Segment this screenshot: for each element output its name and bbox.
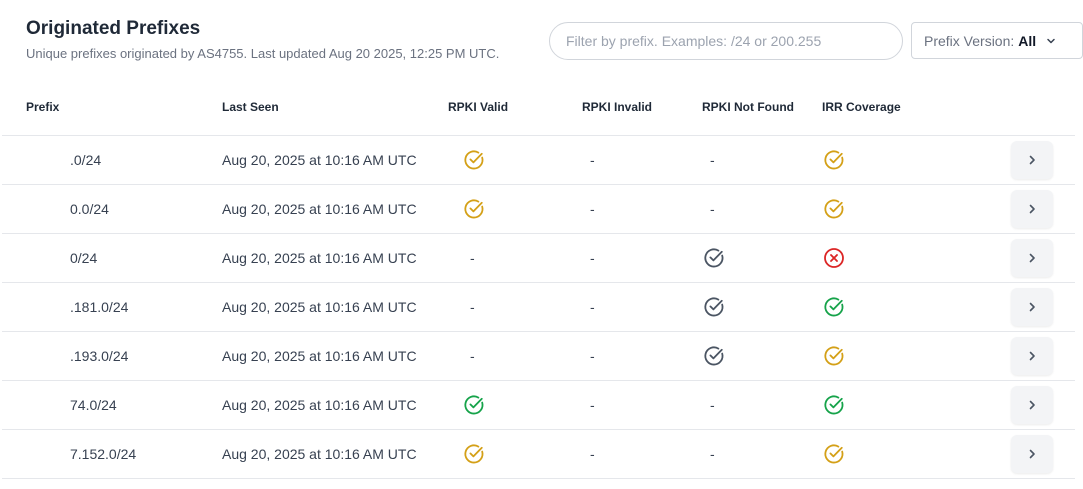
prefix-version-value: All [1018, 32, 1037, 49]
check-circle-icon [463, 198, 485, 220]
check-circle-icon [703, 296, 725, 318]
chevron-right-icon [1026, 203, 1038, 215]
check-circle-icon [823, 296, 845, 318]
rpki-valid-status [463, 381, 485, 429]
column-header-irr-coverage: IRR Coverage [822, 100, 901, 114]
prefixes-table: Prefix Last Seen RPKI Valid RPKI Invalid… [0, 84, 1083, 479]
last-seen-cell: Aug 20, 2025 at 10:16 AM UTC [222, 201, 417, 217]
prefix-cell: 7.152.0/24 [70, 446, 137, 462]
rpki-not-found-status [703, 332, 725, 380]
rpki-invalid-empty: - [590, 250, 595, 266]
irr-status [823, 430, 845, 478]
prefix-cell: .193.0/24 [70, 348, 129, 364]
irr-status [823, 332, 845, 380]
irr-status [823, 381, 845, 429]
page-title: Originated Prefixes [26, 18, 201, 39]
chevron-right-icon [1026, 448, 1038, 460]
rpki-not-found-empty: - [710, 446, 715, 462]
page-subtitle: Unique prefixes originated by AS4755. La… [26, 46, 500, 61]
prefix-cell: .181.0/24 [70, 299, 129, 315]
irr-status [823, 185, 845, 233]
row-details-button[interactable] [1011, 337, 1053, 375]
last-seen-cell: Aug 20, 2025 at 10:16 AM UTC [222, 152, 417, 168]
row-details-button[interactable] [1011, 386, 1053, 424]
table-row[interactable]: 0.0/24 Aug 20, 2025 at 10:16 AM UTC - - [2, 185, 1075, 234]
x-circle-icon [823, 247, 845, 269]
irr-status [823, 283, 845, 331]
table-row[interactable]: 7.152.0/24 Aug 20, 2025 at 10:16 AM UTC - - [2, 430, 1075, 479]
table-row[interactable]: .181.0/24 Aug 20, 2025 at 10:16 AM UTC - - [2, 283, 1075, 332]
rpki-valid-empty: - [470, 250, 475, 266]
rpki-not-found-empty: - [710, 201, 715, 217]
check-circle-icon [703, 345, 725, 367]
table-row[interactable]: 74.0/24 Aug 20, 2025 at 10:16 AM UTC - - [2, 381, 1075, 430]
rpki-not-found-status [703, 234, 725, 282]
chevron-right-icon [1026, 350, 1038, 362]
check-circle-icon [463, 149, 485, 171]
check-circle-icon [823, 394, 845, 416]
rpki-valid-status [463, 430, 485, 478]
check-circle-icon [823, 443, 845, 465]
check-circle-icon [703, 247, 725, 269]
check-circle-icon [823, 345, 845, 367]
column-header-last-seen: Last Seen [222, 100, 279, 114]
table-row[interactable]: .193.0/24 Aug 20, 2025 at 10:16 AM UTC - - [2, 332, 1075, 381]
check-circle-icon [823, 198, 845, 220]
check-circle-icon [463, 443, 485, 465]
page-header: Originated Prefixes Unique prefixes orig… [0, 0, 1083, 78]
table-body: .0/24 Aug 20, 2025 at 10:16 AM UTC - -0.0/2… [0, 136, 1083, 479]
row-details-button[interactable] [1011, 190, 1053, 228]
rpki-invalid-empty: - [590, 348, 595, 364]
prefix-cell: 0/24 [70, 250, 98, 266]
chevron-right-icon [1026, 154, 1038, 166]
column-header-rpki-not-found: RPKI Not Found [702, 100, 794, 114]
row-details-button[interactable] [1011, 239, 1053, 277]
rpki-valid-empty: - [470, 348, 475, 364]
rpki-not-found-empty: - [710, 152, 715, 168]
rpki-invalid-empty: - [590, 152, 595, 168]
last-seen-cell: Aug 20, 2025 at 10:16 AM UTC [222, 446, 417, 462]
row-details-button[interactable] [1011, 288, 1053, 326]
rpki-not-found-empty: - [710, 397, 715, 413]
rpki-valid-status [463, 185, 485, 233]
column-header-rpki-invalid: RPKI Invalid [582, 100, 653, 114]
chevron-right-icon [1026, 301, 1038, 313]
table-row[interactable]: 0/24 Aug 20, 2025 at 10:16 AM UTC - - [2, 234, 1075, 283]
rpki-not-found-status [703, 283, 725, 331]
last-seen-cell: Aug 20, 2025 at 10:16 AM UTC [222, 397, 417, 413]
column-header-prefix: Prefix [26, 100, 60, 114]
irr-status [823, 234, 845, 282]
prefix-cell: 0.0/24 [70, 201, 109, 217]
table-row[interactable]: .0/24 Aug 20, 2025 at 10:16 AM UTC - - [2, 136, 1075, 185]
check-circle-icon [463, 394, 485, 416]
table-header: Prefix Last Seen RPKI Valid RPKI Invalid… [2, 84, 1075, 136]
chevron-down-icon [1046, 36, 1056, 46]
column-header-rpki-valid: RPKI Valid [448, 100, 509, 114]
chevron-right-icon [1026, 399, 1038, 411]
check-circle-icon [823, 149, 845, 171]
prefix-cell: 74.0/24 [70, 397, 117, 413]
row-details-button[interactable] [1011, 435, 1053, 473]
last-seen-cell: Aug 20, 2025 at 10:16 AM UTC [222, 250, 417, 266]
last-seen-cell: Aug 20, 2025 at 10:16 AM UTC [222, 348, 417, 364]
last-seen-cell: Aug 20, 2025 at 10:16 AM UTC [222, 299, 417, 315]
rpki-valid-empty: - [470, 299, 475, 315]
row-details-button[interactable] [1011, 141, 1053, 179]
prefix-version-label: Prefix Version: [924, 32, 1015, 49]
rpki-invalid-empty: - [590, 299, 595, 315]
irr-status [823, 136, 845, 184]
rpki-invalid-empty: - [590, 201, 595, 217]
prefix-version-select[interactable]: Prefix Version: All [911, 22, 1083, 59]
rpki-invalid-empty: - [590, 397, 595, 413]
rpki-invalid-empty: - [590, 446, 595, 462]
prefix-cell: .0/24 [70, 152, 102, 168]
prefix-filter-input[interactable] [549, 22, 903, 60]
chevron-right-icon [1026, 252, 1038, 264]
rpki-valid-status [463, 136, 485, 184]
